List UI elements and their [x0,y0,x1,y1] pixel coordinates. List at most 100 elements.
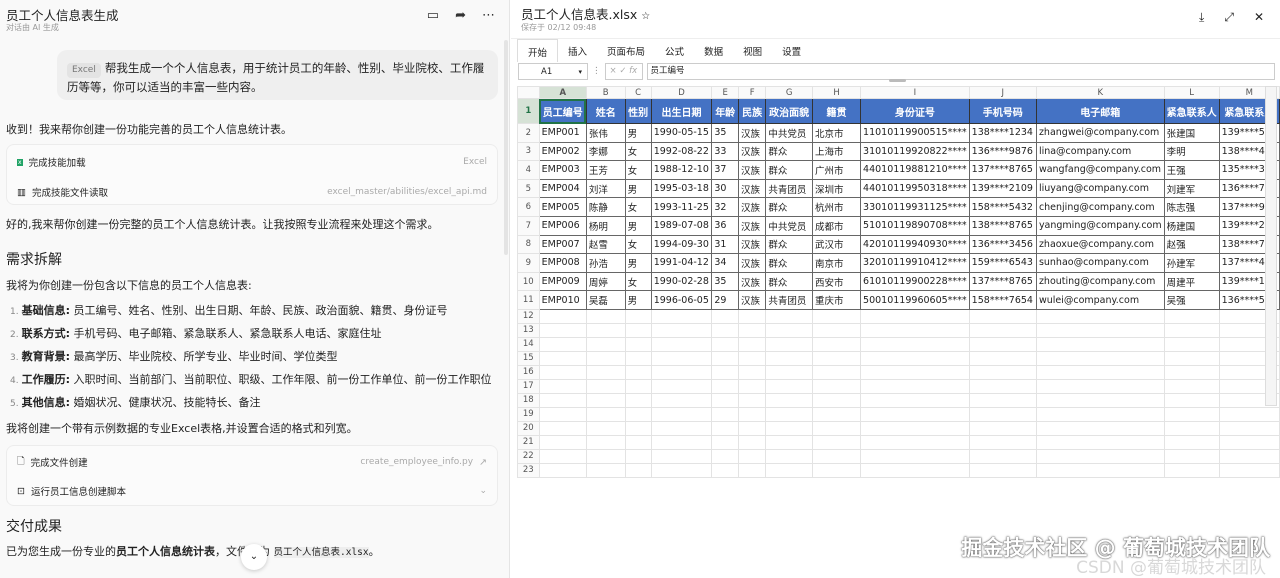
table-cell[interactable]: 50010119960605**** [860,290,970,310]
table-cell[interactable]: 上海市 [812,141,862,162]
table-cell[interactable]: liuyang@company.com [1035,178,1165,199]
table-cell[interactable]: 31 [711,234,740,255]
empty-cell[interactable] [1163,392,1220,408]
table-cell[interactable]: 女 [624,234,652,255]
table-cell[interactable]: 36 [711,215,740,236]
empty-cell[interactable] [765,322,814,338]
empty-cell[interactable] [968,462,1037,478]
empty-cell[interactable] [738,336,767,352]
empty-cell[interactable] [812,308,862,324]
empty-cell[interactable] [538,308,587,324]
table-cell[interactable]: sunhao@company.com [1035,253,1165,273]
empty-cell[interactable] [738,308,767,324]
empty-cell[interactable] [765,336,814,352]
more-icon[interactable]: ⋮ [592,63,601,80]
empty-cell[interactable] [738,322,767,338]
column-header[interactable]: C [624,86,652,99]
empty-cell[interactable] [538,448,587,464]
column-header[interactable]: D [650,86,713,99]
empty-cell[interactable] [1218,420,1280,436]
empty-cell[interactable] [538,378,587,394]
table-cell[interactable]: 孙建军 [1163,253,1220,273]
empty-cell[interactable] [538,434,587,450]
empty-cell[interactable] [1035,336,1165,352]
empty-cell[interactable] [624,434,652,450]
empty-cell[interactable] [1163,406,1220,422]
star-icon[interactable]: ☆ [641,11,650,22]
tab-data[interactable]: 数据 [694,39,733,62]
empty-cell[interactable] [968,392,1037,408]
empty-cell[interactable] [812,350,862,366]
table-cell[interactable]: 男 [624,178,652,199]
empty-cell[interactable] [738,378,767,394]
tab-settings[interactable]: 设置 [772,39,811,62]
row-header[interactable]: 2 [517,123,540,143]
table-cell[interactable]: 138****8765 [968,215,1037,236]
table-cell[interactable]: 深圳市 [812,178,862,199]
table-cell[interactable]: 成都市 [812,215,862,236]
table-cell[interactable]: 11010119900515**** [860,123,970,143]
table-cell[interactable]: 群众 [765,197,814,217]
row-header[interactable]: 21 [517,434,540,450]
empty-cell[interactable] [860,434,970,450]
table-cell[interactable]: 王芳 [585,160,626,180]
header-cell[interactable]: 紧急联系人 [1163,98,1220,124]
table-cell[interactable]: 61010119900228**** [860,271,970,292]
row-header[interactable]: 7 [517,215,540,236]
row-header[interactable]: 11 [517,290,540,310]
table-cell[interactable]: 汉族 [738,290,767,310]
empty-cell[interactable] [711,392,740,408]
empty-cell[interactable] [624,462,652,478]
empty-cell[interactable] [1218,434,1280,450]
empty-cell[interactable] [1035,308,1165,324]
tab-home[interactable]: 开始 [517,39,559,62]
table-cell[interactable]: 32 [711,197,740,217]
header-cell[interactable]: 手机号码 [968,98,1037,124]
table-cell[interactable]: 1993-11-25 [650,197,713,217]
header-cell[interactable]: 出生日期 [650,98,713,124]
empty-cell[interactable] [968,448,1037,464]
empty-cell[interactable] [711,336,740,352]
table-cell[interactable]: EMP006 [538,215,587,236]
table-cell[interactable]: 杭州市 [812,197,862,217]
table-cell[interactable]: 刘建军 [1163,178,1220,199]
column-header[interactable]: H [812,86,862,99]
row-header[interactable]: 19 [517,406,540,422]
empty-cell[interactable] [650,392,713,408]
empty-cell[interactable] [624,406,652,422]
empty-cell[interactable] [624,350,652,366]
table-cell[interactable]: 32010119910412**** [860,253,970,273]
empty-cell[interactable] [765,364,814,380]
empty-cell[interactable] [538,406,587,422]
table-cell[interactable]: 1990-02-28 [650,271,713,292]
empty-cell[interactable] [624,378,652,394]
empty-cell[interactable] [765,406,814,422]
empty-cell[interactable] [860,420,970,436]
column-header[interactable]: F [738,86,767,99]
table-cell[interactable]: 33010119931125**** [860,197,970,217]
empty-cell[interactable] [738,364,767,380]
table-cell[interactable]: EMP010 [538,290,587,310]
table-cell[interactable]: EMP007 [538,234,587,255]
header-cell[interactable]: 政治面貌 [765,98,814,124]
empty-cell[interactable] [650,406,713,422]
table-cell[interactable]: 张伟 [585,123,626,143]
header-cell[interactable]: 年龄 [711,98,740,124]
table-cell[interactable]: 汉族 [738,271,767,292]
column-header[interactable]: K [1035,86,1165,99]
empty-cell[interactable] [585,308,626,324]
empty-cell[interactable] [738,420,767,436]
table-cell[interactable]: 女 [624,271,652,292]
empty-cell[interactable] [1035,406,1165,422]
select-all-corner[interactable] [517,86,540,99]
download-icon[interactable]: ⤓ [1199,10,1204,25]
empty-cell[interactable] [711,364,740,380]
close-icon[interactable]: ✕ [1254,10,1264,25]
table-cell[interactable]: 重庆市 [812,290,862,310]
row-header[interactable]: 5 [517,178,540,199]
table-cell[interactable]: 群众 [765,160,814,180]
empty-cell[interactable] [624,448,652,464]
empty-cell[interactable] [538,336,587,352]
empty-cell[interactable] [860,392,970,408]
empty-cell[interactable] [585,406,626,422]
